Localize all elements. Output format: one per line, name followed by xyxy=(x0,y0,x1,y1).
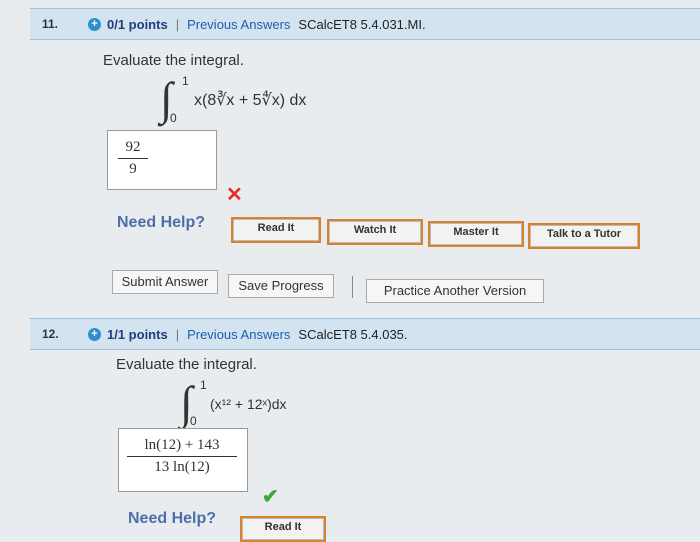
q11-previous-answers-link[interactable]: Previous Answers xyxy=(187,17,290,32)
q11-answer-fraction: 92 9 xyxy=(118,139,148,178)
q12-points: 1/1 points xyxy=(107,326,168,342)
fraction-bar xyxy=(127,456,237,457)
check-icon: ✔ xyxy=(262,486,279,508)
q12-answer-box[interactable]: ln(12) + 143 13 ln(12) xyxy=(118,428,248,492)
save-progress-button[interactable]: Save Progress xyxy=(228,274,334,298)
watch-it-button[interactable]: Watch It xyxy=(327,219,423,245)
q11-number: 11. xyxy=(42,17,59,31)
fraction-bar xyxy=(118,158,148,159)
q11-answer-box[interactable]: 92 9 xyxy=(107,130,217,190)
q12-answer-fraction: ln(12) + 143 13 ln(12) xyxy=(127,437,237,476)
q12-source: SCalcET8 5.4.035. xyxy=(298,326,408,342)
q11-need-help: Need Help? xyxy=(117,214,206,231)
q11-separator: | xyxy=(175,16,180,32)
q11-source: SCalcET8 5.4.031.MI. xyxy=(298,16,426,32)
plus-icon[interactable]: + xyxy=(88,17,101,31)
q12-number: 12. xyxy=(42,327,59,341)
q12-lower-limit: 0 xyxy=(190,414,197,428)
q12-integral: ∫ 1 0 (x¹² + 12ˣ)dx xyxy=(180,378,350,430)
practice-another-version-button[interactable]: Practice Another Version xyxy=(366,279,544,303)
master-it-button[interactable]: Master It xyxy=(428,221,524,247)
q11-header: 11. + 0/1 points | Previous Answers SCal… xyxy=(30,8,700,40)
q12-header: 12. + 1/1 points | Previous Answers SCal… xyxy=(30,318,700,350)
q12-previous-answers-link[interactable]: Previous Answers xyxy=(187,327,290,342)
q11-answer-numerator: 92 xyxy=(125,139,141,155)
q12-answer-numerator: ln(12) + 143 xyxy=(144,437,220,453)
plus-icon[interactable]: + xyxy=(88,327,101,341)
read-it-button[interactable]: Read It xyxy=(231,217,321,243)
talk-to-tutor-button[interactable]: Talk to a Tutor xyxy=(528,223,640,249)
q11-lower-limit: 0 xyxy=(170,111,177,125)
q12-upper-limit: 1 xyxy=(200,378,207,392)
submit-answer-button[interactable]: Submit Answer xyxy=(112,270,218,294)
q11-upper-limit: 1 xyxy=(182,74,189,88)
read-it-button[interactable]: Read It xyxy=(240,516,326,542)
q12-prompt: Evaluate the integral. xyxy=(116,356,257,373)
q12-answer-denominator: 13 ln(12) xyxy=(154,459,210,475)
q12-integrand: (x¹² + 12ˣ)dx xyxy=(210,396,287,412)
q11-points: 0/1 points xyxy=(107,16,168,32)
x-icon: ✕ xyxy=(226,184,243,206)
q12-need-help: Need Help? xyxy=(128,510,217,527)
q11-prompt: Evaluate the integral. xyxy=(103,52,244,69)
q11-integrand: x(8∛x + 5∜x) dx xyxy=(194,92,307,109)
q11-answer-denominator: 9 xyxy=(129,161,137,177)
q12-separator: | xyxy=(175,326,180,342)
button-divider xyxy=(352,276,353,298)
q11-integral: ∫ 1 0 x(8∛x + 5∜x) dx xyxy=(160,74,360,126)
